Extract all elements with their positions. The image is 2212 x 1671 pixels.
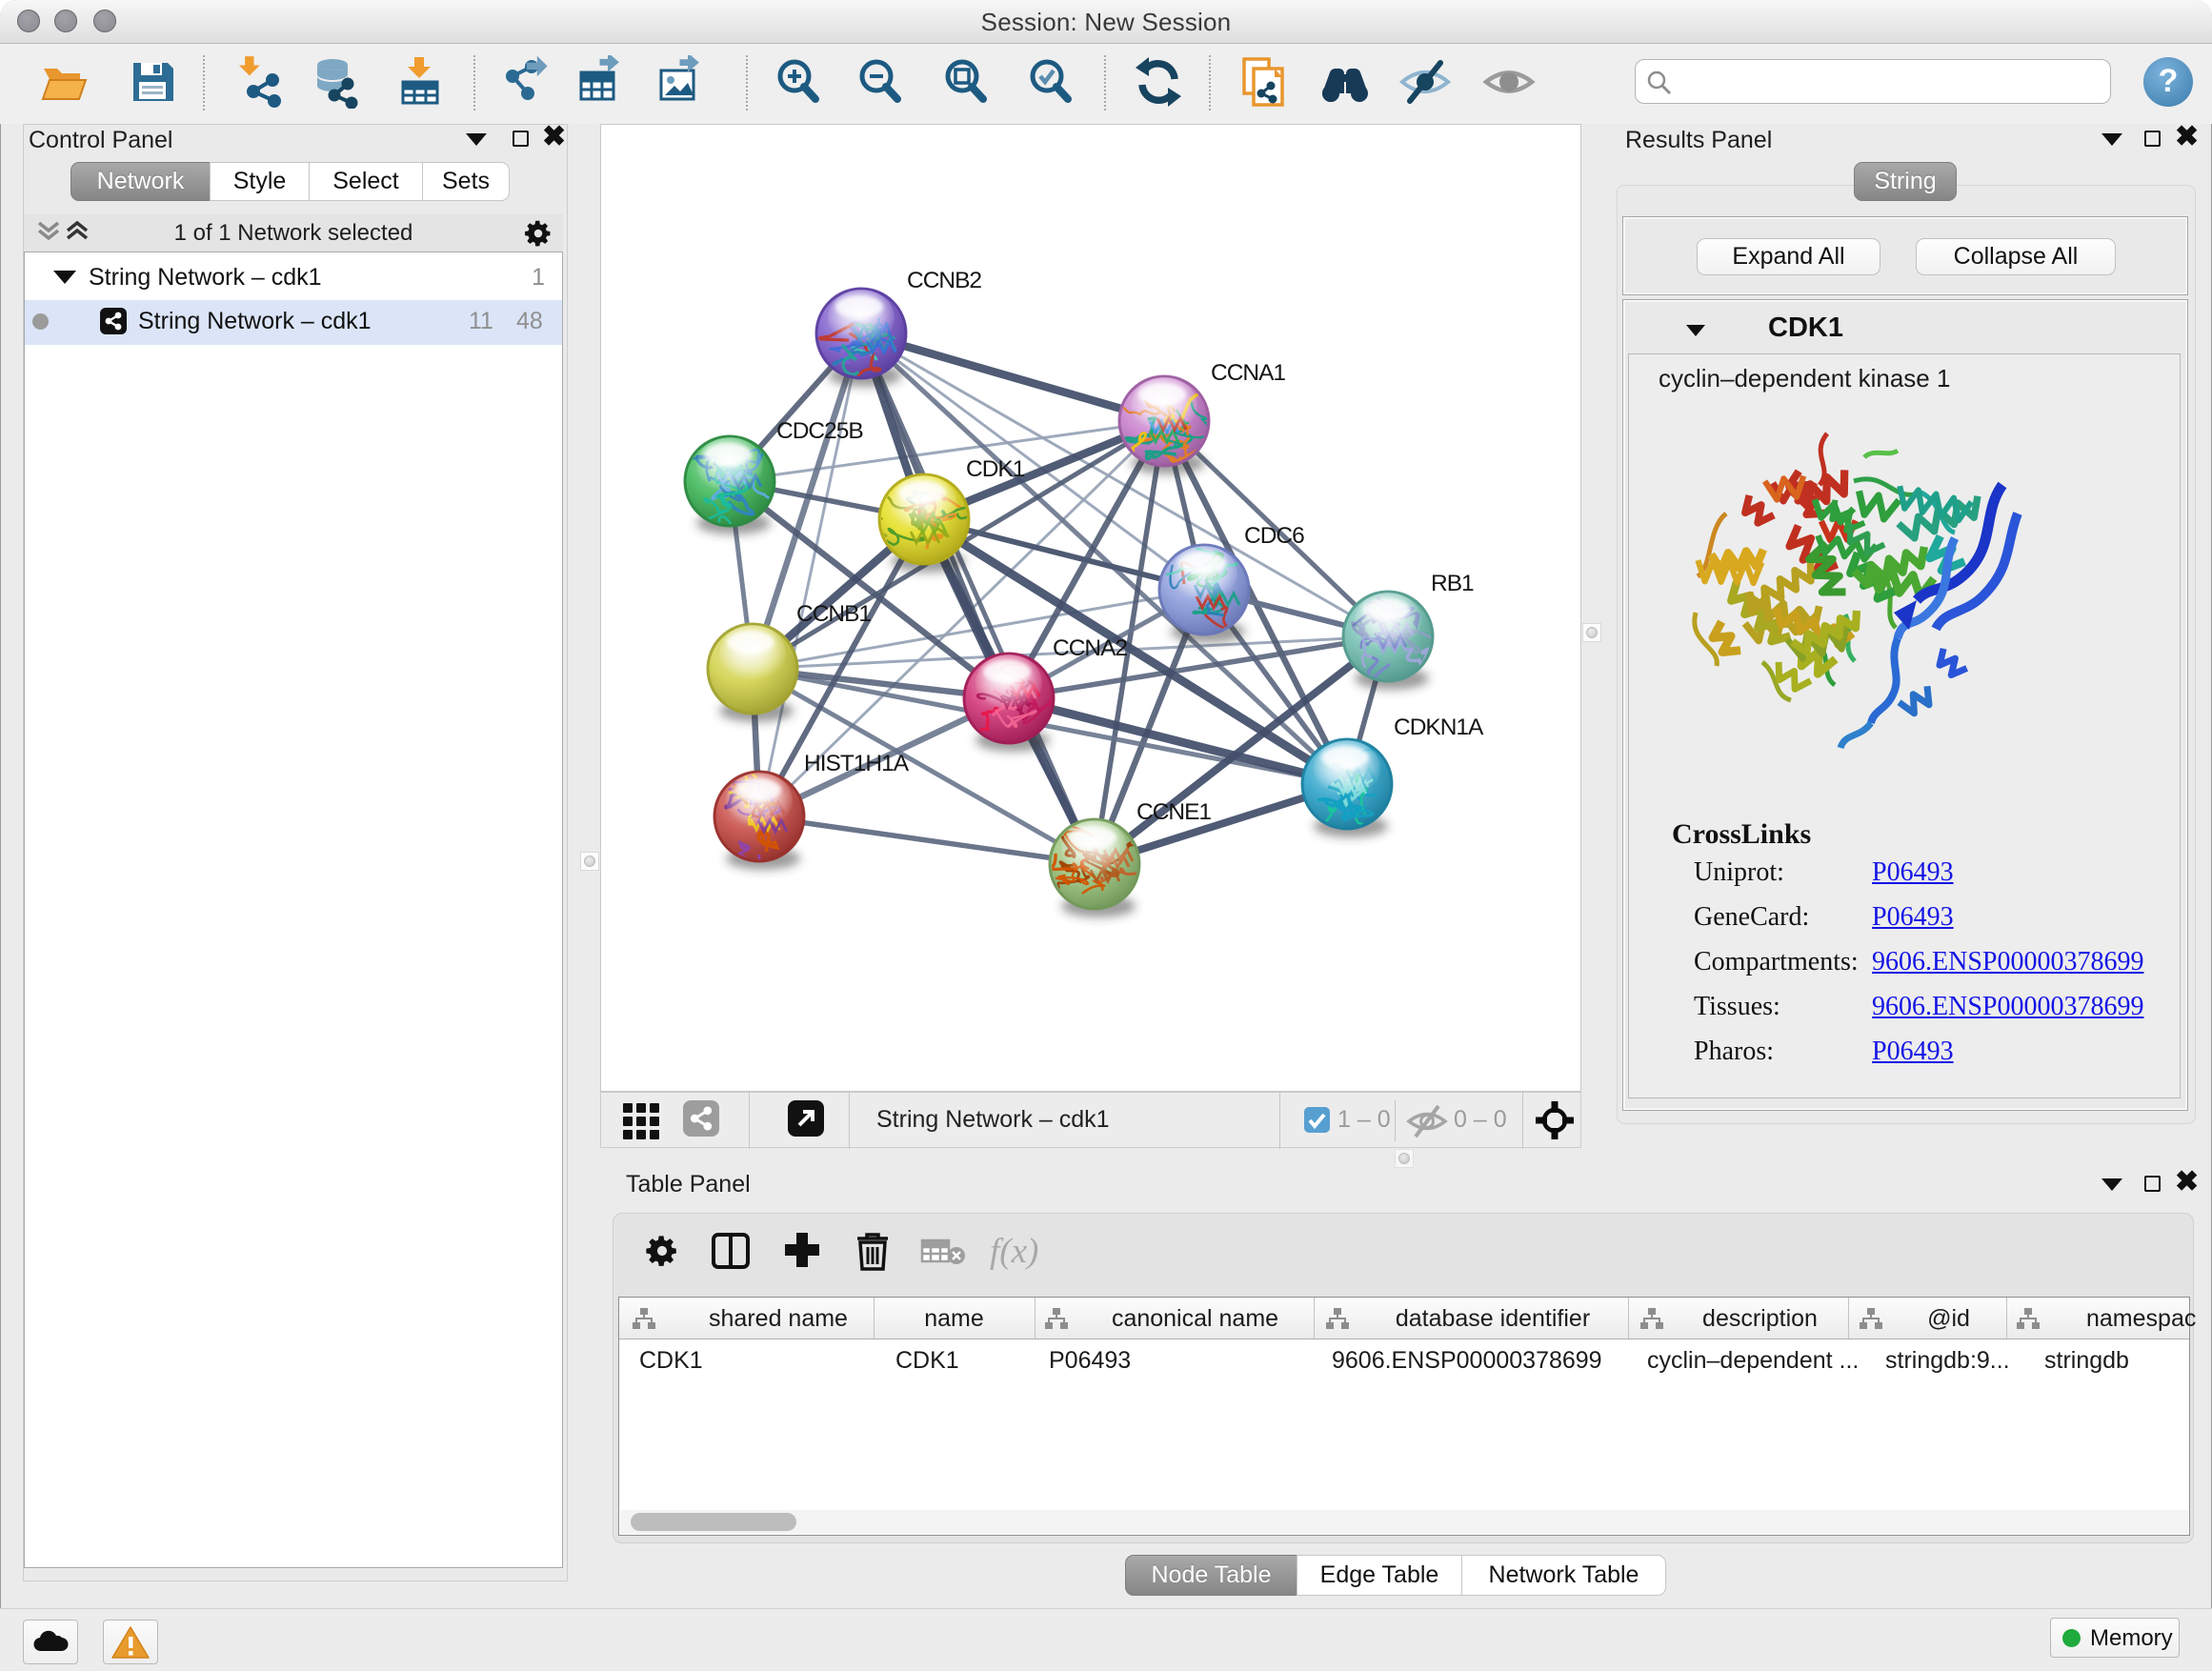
svg-text:CDK1: CDK1 bbox=[966, 456, 1025, 482]
svg-text:CCNB2: CCNB2 bbox=[907, 268, 981, 293]
svg-text:CDKN1A: CDKN1A bbox=[1394, 715, 1484, 740]
svg-text:HIST1H1A: HIST1H1A bbox=[804, 751, 910, 776]
svg-text:CCNB1: CCNB1 bbox=[796, 601, 871, 627]
svg-text:CCNA2: CCNA2 bbox=[1053, 635, 1127, 661]
svg-text:CCNA1: CCNA1 bbox=[1211, 360, 1285, 386]
svg-text:RB1: RB1 bbox=[1431, 571, 1474, 596]
svg-text:CDC6: CDC6 bbox=[1244, 523, 1304, 549]
svg-text:CCNE1: CCNE1 bbox=[1136, 799, 1211, 825]
svg-text:CDC25B: CDC25B bbox=[776, 418, 863, 444]
